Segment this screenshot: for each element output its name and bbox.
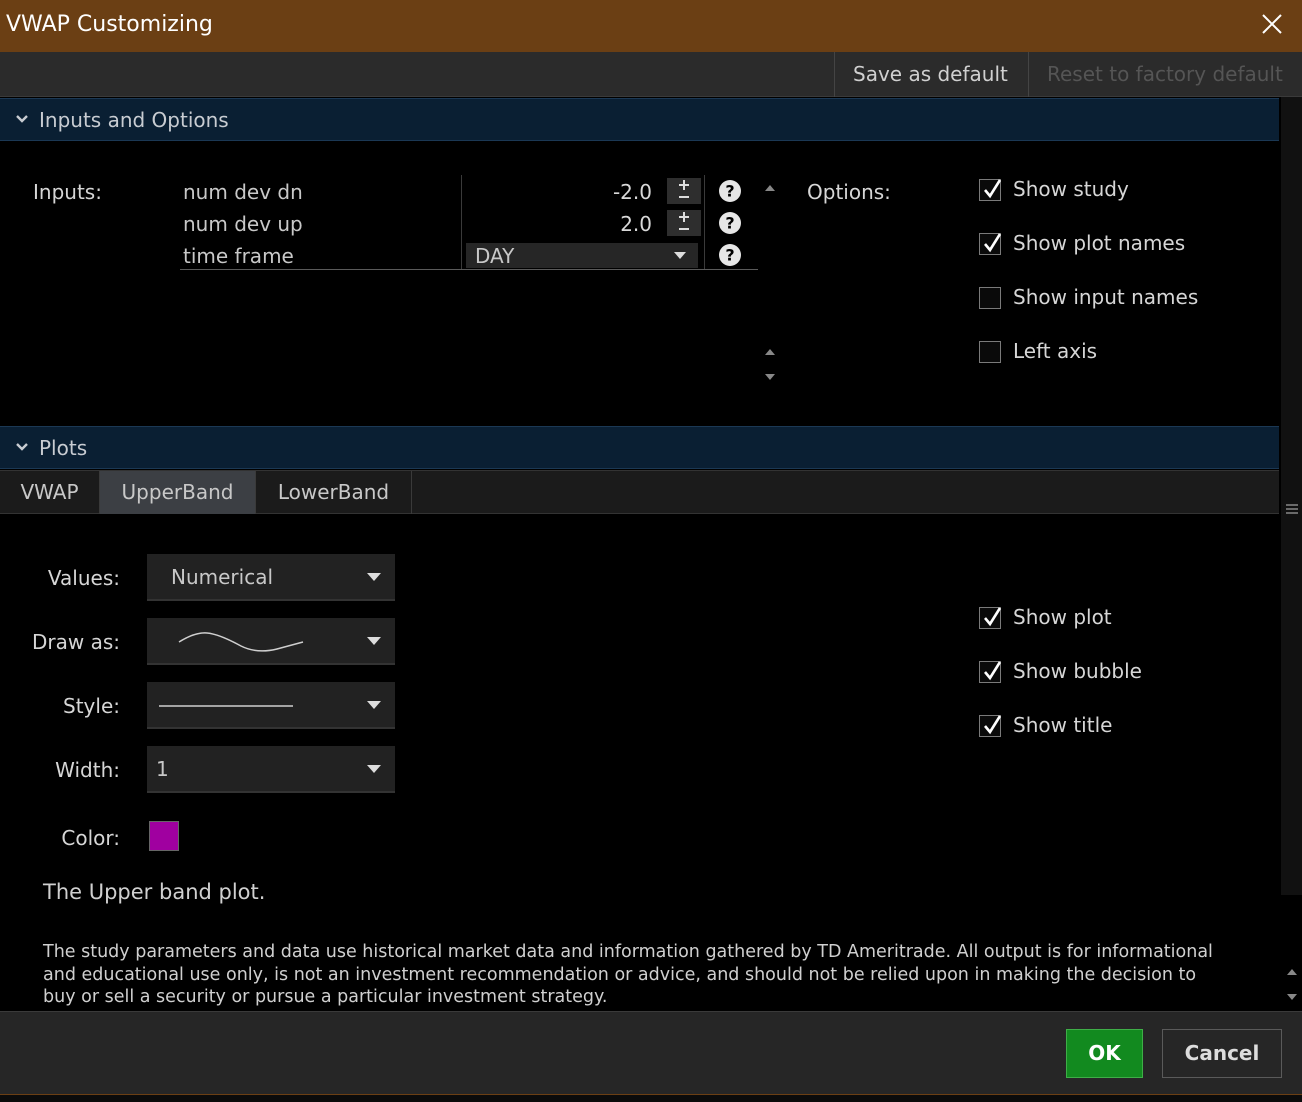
checkmark-icon	[984, 715, 1002, 735]
style-dropdown[interactable]	[147, 682, 395, 729]
checkmark-icon	[984, 179, 1002, 199]
checkbox-box	[979, 179, 1002, 201]
checkbox-box	[979, 661, 1002, 683]
input-name: num dev dn	[183, 180, 303, 204]
style-label: Style:	[63, 694, 120, 718]
grip-icon	[1286, 504, 1298, 514]
draw-as-dropdown[interactable]	[147, 618, 395, 665]
values-dropdown[interactable]: Numerical	[147, 554, 395, 601]
checkbox-box	[979, 233, 1002, 255]
cancel-button[interactable]: Cancel	[1162, 1029, 1282, 1078]
scroll-down-icon[interactable]	[764, 373, 776, 381]
save-as-default-button[interactable]: Save as default	[834, 52, 1028, 97]
checkbox-label: Show title	[1013, 713, 1113, 737]
spinner-icon[interactable]	[667, 210, 701, 236]
color-swatch[interactable]	[149, 821, 179, 851]
ok-button[interactable]: OK	[1066, 1029, 1143, 1078]
tab-vwap[interactable]: VWAP	[0, 471, 100, 514]
checkbox-label: Show study	[1013, 177, 1129, 201]
options-label: Options:	[807, 180, 891, 204]
disclaimer-text: The study parameters and data use histor…	[43, 942, 1213, 1007]
help-icon[interactable]: ?	[718, 211, 742, 235]
svg-text:?: ?	[725, 182, 734, 201]
help-icon[interactable]: ?	[718, 179, 742, 203]
chevron-down-icon	[16, 443, 28, 451]
checkbox-box	[979, 607, 1002, 629]
svg-text:?: ?	[725, 246, 734, 265]
help-icon[interactable]: ?	[718, 243, 742, 267]
tab-upperband[interactable]: UpperBand	[100, 471, 256, 514]
values-label: Values:	[47, 566, 120, 590]
input-row-num-dev-dn: num dev dn -2.0 ?	[180, 175, 758, 207]
caret-down-icon	[367, 701, 381, 709]
checkbox-label: Show plot names	[1013, 231, 1186, 255]
checkbox-box	[979, 715, 1002, 737]
checkbox-label: Show input names	[1013, 285, 1199, 309]
background-chart-strip	[0, 1094, 1302, 1102]
values-selected: Numerical	[171, 565, 274, 589]
scroll-down-icon[interactable]	[1286, 993, 1298, 1001]
section-title: Inputs and Options	[39, 108, 229, 132]
color-label: Color:	[61, 826, 120, 850]
width-dropdown[interactable]: 1	[147, 746, 395, 793]
table-border	[180, 269, 758, 270]
spinner-icon[interactable]	[667, 178, 701, 204]
chevron-down-icon	[16, 115, 28, 123]
solid-line-icon	[159, 705, 293, 707]
plot-description: The Upper band plot.	[43, 880, 266, 904]
draw-as-label: Draw as:	[31, 630, 120, 654]
tab-lowerband[interactable]: LowerBand	[256, 471, 412, 514]
scrollbar[interactable]	[1281, 97, 1302, 895]
width-label: Width:	[55, 758, 120, 782]
checkmark-icon	[984, 661, 1002, 681]
section-title: Plots	[39, 436, 88, 460]
line-curve-icon	[178, 632, 304, 652]
width-selected: 1	[156, 757, 169, 781]
title-bar: VWAP Customizing	[0, 0, 1302, 52]
plot-tabs: VWAP UpperBand LowerBand	[0, 470, 1279, 514]
caret-down-icon	[367, 573, 381, 581]
toolbar: Save as default Reset to factory default	[0, 52, 1302, 97]
window-title: VWAP Customizing	[6, 12, 213, 37]
caret-down-icon	[367, 765, 381, 773]
input-row-num-dev-up: num dev up 2.0 ?	[180, 207, 758, 239]
time-frame-dropdown[interactable]: DAY	[466, 243, 698, 268]
plots-header[interactable]: Plots	[0, 426, 1279, 469]
checkmark-icon	[984, 607, 1002, 627]
close-icon[interactable]	[1256, 8, 1288, 40]
checkbox-label: Show bubble	[1013, 659, 1142, 683]
caret-down-icon	[674, 252, 686, 259]
svg-text:?: ?	[725, 214, 734, 233]
scroll-up-icon[interactable]	[764, 184, 776, 192]
dialog-footer: OK Cancel	[0, 1011, 1302, 1102]
inputs-label: Inputs:	[33, 180, 102, 204]
checkmark-icon	[984, 233, 1002, 253]
inputs-and-options-header[interactable]: Inputs and Options	[0, 98, 1279, 141]
num-dev-dn-value[interactable]: -2.0	[613, 180, 652, 204]
checkbox-label: Show plot	[1013, 605, 1112, 629]
scroll-up-icon[interactable]	[764, 348, 776, 356]
scroll-up-icon[interactable]	[1286, 968, 1298, 976]
input-name: num dev up	[183, 212, 303, 236]
time-frame-value: DAY	[475, 244, 515, 268]
checkbox-box	[979, 341, 1001, 363]
checkbox-box	[979, 287, 1001, 309]
reset-to-factory-default-button[interactable]: Reset to factory default	[1028, 52, 1302, 97]
num-dev-up-value[interactable]: 2.0	[620, 212, 652, 236]
input-name: time frame	[183, 244, 294, 268]
checkbox-label: Left axis	[1013, 339, 1098, 363]
caret-down-icon	[367, 637, 381, 645]
